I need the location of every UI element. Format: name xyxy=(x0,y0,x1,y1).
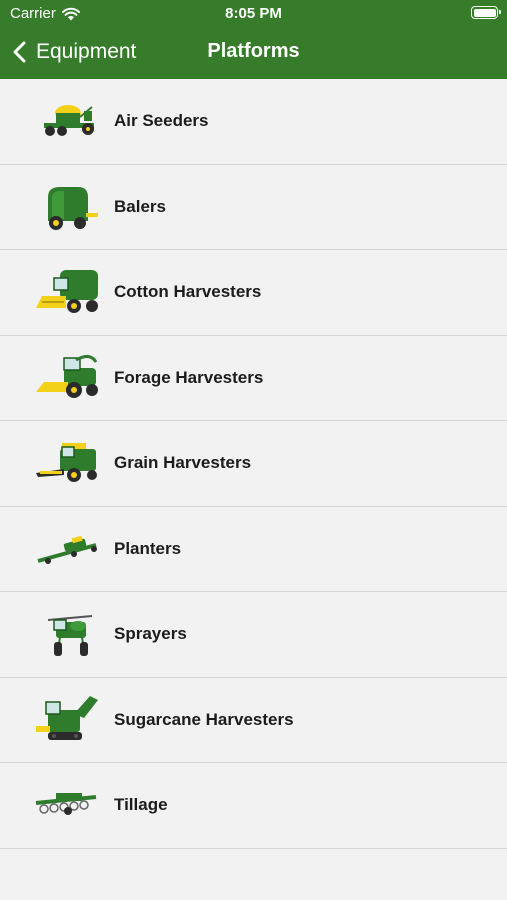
platform-list: Air Seeders Balers Cotton Harvesters For… xyxy=(0,79,507,849)
list-item-label: Cotton Harvesters xyxy=(114,282,262,302)
battery-fill xyxy=(473,8,496,17)
list-item-planters[interactable]: Planters xyxy=(0,506,507,592)
status-time: 8:05 PM xyxy=(225,5,282,22)
cotton-harvester-icon xyxy=(36,270,98,314)
status-bar: Carrier 8:05 PM xyxy=(0,0,507,28)
baler-icon xyxy=(48,186,98,230)
tillage-icon xyxy=(35,793,97,816)
air-seeder-icon xyxy=(44,105,94,137)
list-item-sprayers[interactable]: Sprayers xyxy=(0,592,507,678)
navigation-bar: Carrier 8:05 PM Equipment Platforms xyxy=(0,0,507,79)
list-item-forage-harvesters[interactable]: Forage Harvesters xyxy=(0,335,507,421)
list-item-label: Sprayers xyxy=(114,624,187,644)
list-item-label: Balers xyxy=(114,196,166,216)
back-button-label: Equipment xyxy=(36,40,137,63)
list-item-label: Sugarcane Harvesters xyxy=(114,709,294,729)
list-item-tillage[interactable]: Tillage xyxy=(0,763,507,849)
list-item-label: Grain Harvesters xyxy=(114,453,252,473)
sugarcane-harvester-icon xyxy=(36,695,98,740)
list-item-sugarcane-harvesters[interactable]: Sugarcane Harvesters xyxy=(0,677,507,763)
list-item-cotton-harvesters[interactable]: Cotton Harvesters xyxy=(0,250,507,336)
planter-icon xyxy=(37,535,97,564)
list-item-label: Air Seeders xyxy=(114,111,209,131)
list-item-balers[interactable]: Balers xyxy=(0,164,507,250)
forage-harvester-icon xyxy=(36,354,98,398)
back-button[interactable]: Equipment xyxy=(12,38,136,66)
grain-harvester-icon xyxy=(36,443,97,483)
battery-icon xyxy=(471,6,501,19)
list-item-air-seeders[interactable]: Air Seeders xyxy=(0,79,507,165)
list-item-label: Planters xyxy=(114,538,182,558)
chevron-left-icon xyxy=(13,41,26,63)
list-item-label: Tillage xyxy=(114,795,168,815)
list-item-label: Forage Harvesters xyxy=(114,367,264,387)
sprayer-icon xyxy=(47,615,93,657)
list-item-grain-harvesters[interactable]: Grain Harvesters xyxy=(0,421,507,507)
